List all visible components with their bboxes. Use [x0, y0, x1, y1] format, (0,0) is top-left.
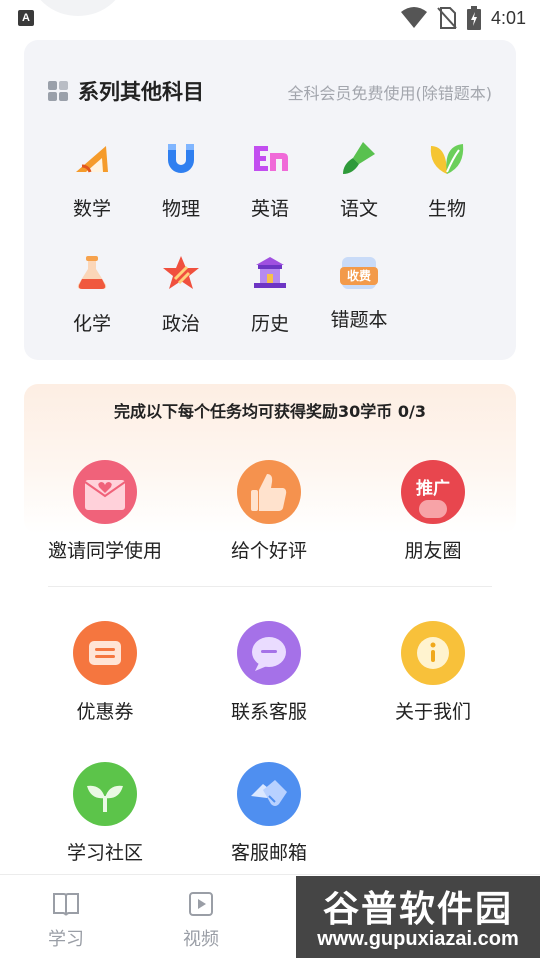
magnet-icon: [168, 144, 194, 173]
grid-icon: [48, 81, 68, 101]
subject-chinese[interactable]: 语文: [324, 138, 394, 221]
service-about[interactable]: 关于我们: [358, 621, 508, 724]
fee-tag-icon: 收费: [339, 253, 379, 293]
subject-label: 英语: [250, 198, 289, 220]
book-icon: [53, 893, 79, 916]
subject-biology[interactable]: 生物: [412, 138, 482, 221]
task-moments[interactable]: 推广 朋友圈: [358, 460, 508, 563]
handshake-icon: [237, 762, 301, 826]
sprout-icon: [73, 762, 137, 826]
subject-label: 错题本: [330, 309, 388, 331]
star-icon: [163, 256, 199, 289]
avatar[interactable]: [30, 0, 126, 16]
promote-text: 推广: [416, 479, 450, 499]
chat-icon: [237, 621, 301, 685]
promote-icon: 推广: [401, 460, 465, 524]
info-icon: [401, 621, 465, 685]
subject-english[interactable]: 英语: [235, 138, 305, 221]
battery-charging-icon: [466, 6, 481, 30]
task-invite-classmates[interactable]: 邀请同学使用: [30, 460, 180, 563]
notification-badge: A: [18, 10, 34, 26]
play-icon: [189, 892, 213, 916]
nav-label: 学习: [48, 929, 84, 950]
leaf-icon: [430, 144, 464, 174]
clock: 4:01: [490, 7, 526, 28]
service-label: 联系客服: [230, 701, 307, 723]
service-label: 客服邮箱: [230, 842, 307, 864]
subject-label: 语文: [339, 198, 378, 220]
coupon-icon: [73, 621, 137, 685]
nav-label: 视频: [183, 929, 219, 950]
service-label: 学习社区: [66, 842, 143, 864]
status-bar: A 4:01: [0, 0, 540, 36]
task-label: 朋友圈: [404, 540, 462, 562]
status-icons: 4:01: [400, 6, 526, 30]
subject-mistake-book[interactable]: 收费 错题本: [324, 253, 394, 332]
divider: [48, 586, 492, 587]
brush-icon: [343, 142, 375, 174]
subjects-header: 系列其他科目: [48, 76, 204, 106]
task-label: 给个好评: [230, 540, 307, 562]
subject-label: 生物: [427, 198, 466, 220]
service-coupon[interactable]: 优惠券: [30, 621, 180, 724]
watermark-url: www.gupuxiazai.com: [317, 928, 519, 950]
temple-icon: [254, 257, 286, 288]
flask-icon: [77, 256, 107, 289]
service-email[interactable]: 客服邮箱: [194, 762, 344, 865]
subject-label: 化学: [72, 313, 111, 335]
service-label: 关于我们: [394, 701, 471, 723]
tasks-title: 完成以下每个任务均可获得奖励30学币 0/3: [114, 402, 426, 421]
subject-label: 物理: [161, 198, 200, 220]
subject-label: 数学: [72, 198, 111, 220]
english-en-icon: [254, 146, 288, 171]
subject-math[interactable]: 数学: [57, 138, 127, 221]
task-label: 邀请同学使用: [47, 540, 162, 562]
nav-video[interactable]: 视频: [161, 891, 241, 951]
watermark: 谷普软件园 www.gupuxiazai.com: [296, 876, 540, 958]
service-community[interactable]: 学习社区: [30, 762, 180, 865]
service-contact[interactable]: 联系客服: [194, 621, 344, 724]
subject-label: 历史: [250, 313, 289, 335]
nav-study[interactable]: 学习: [26, 891, 106, 951]
subject-chemistry[interactable]: 化学: [57, 253, 127, 336]
no-sim-icon: [437, 7, 457, 29]
envelope-heart-icon: [73, 460, 137, 524]
wifi-icon: [400, 7, 427, 28]
subject-label: 政治: [161, 313, 200, 335]
subject-history[interactable]: 历史: [235, 253, 305, 336]
subject-politics[interactable]: 政治: [146, 253, 216, 336]
subjects-title: 系列其他科目: [78, 80, 204, 104]
task-give-rating[interactable]: 给个好评: [194, 460, 344, 563]
ruler-icon: [76, 146, 108, 173]
thumbs-up-icon: [237, 460, 301, 524]
subjects-note: 全科会员免费使用(除错题本): [287, 84, 493, 103]
service-label: 优惠券: [76, 701, 134, 723]
watermark-title: 谷普软件园: [322, 889, 513, 930]
subject-physics[interactable]: 物理: [146, 138, 216, 221]
fee-tag-text: 收费: [340, 267, 378, 285]
